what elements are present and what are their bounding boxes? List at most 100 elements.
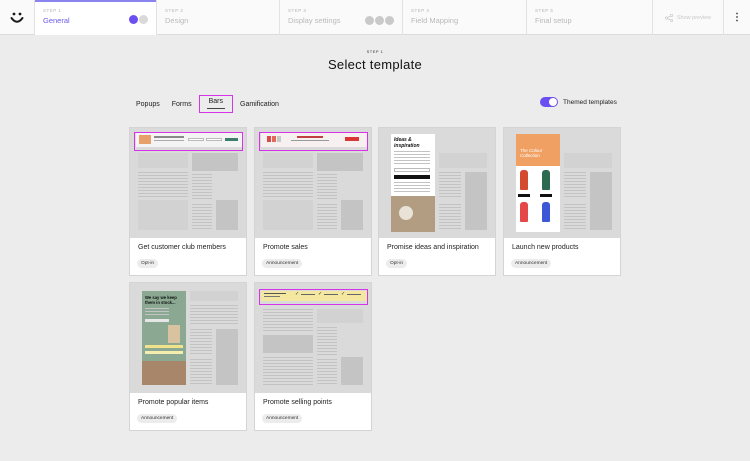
placeholder-block xyxy=(190,291,238,301)
product-button xyxy=(540,194,552,197)
step-field-mapping[interactable]: STEP 4 Field Mapping xyxy=(403,0,527,35)
themed-templates-label: Themed templates xyxy=(563,98,617,106)
placeholder-block xyxy=(263,335,313,353)
step-progress-dots xyxy=(129,15,148,24)
popup-text-lines xyxy=(145,308,169,316)
placeholder-block xyxy=(317,153,363,171)
template-card-customer-club[interactable]: Get customer club members Opt-in xyxy=(129,127,247,276)
highlight-frame xyxy=(259,132,368,151)
placeholder-block xyxy=(192,153,238,171)
placeholder-block xyxy=(216,200,238,230)
card-badge: Announcement xyxy=(262,259,303,268)
tab-gamification[interactable]: Gamification xyxy=(235,98,284,111)
themed-templates-toggle[interactable]: Themed templates xyxy=(540,97,617,107)
placeholder-block xyxy=(317,309,363,323)
template-thumbnail: Ideas & inspiration xyxy=(379,128,495,238)
template-category-tabs: Popups Forms Bars Gamification xyxy=(131,95,286,113)
card-title: Get customer club members xyxy=(138,244,226,251)
tab-popups[interactable]: Popups xyxy=(131,98,165,111)
step-label: Design xyxy=(165,16,189,25)
step-general[interactable]: STEP 1 General xyxy=(35,0,157,35)
placeholder-lines xyxy=(317,359,337,385)
placeholder-block xyxy=(138,153,188,168)
step-final-setup[interactable]: STEP 5 Final setup xyxy=(527,0,652,35)
template-card-ideas-inspiration[interactable]: Ideas & inspiration Promise ideas and in… xyxy=(378,127,496,276)
placeholder-lines xyxy=(439,172,461,198)
step-number: STEP 4 xyxy=(411,8,430,13)
card-title: Promote selling points xyxy=(263,399,332,406)
highlight-frame xyxy=(259,289,368,305)
placeholder-lines xyxy=(317,174,337,200)
template-card-popular-items[interactable]: We say we keep them in stock... Promote … xyxy=(129,282,247,431)
popup-heading: We say we keep them in stock... xyxy=(145,295,177,305)
placeholder-lines xyxy=(317,327,337,355)
show-preview-button[interactable]: Show preview xyxy=(652,0,723,35)
step-label: Final setup xyxy=(535,16,572,25)
current-step-label: STEP 1 xyxy=(366,49,384,54)
popup-heading: Ideas & inspiration xyxy=(394,137,420,149)
placeholder-lines xyxy=(263,309,313,333)
popup-button xyxy=(145,351,183,354)
page-title: Select template xyxy=(327,57,423,72)
step-design[interactable]: STEP 2 Design xyxy=(157,0,280,35)
template-card-promote-sales[interactable]: Promote sales Announcement xyxy=(254,127,372,276)
product-button xyxy=(518,194,530,197)
smiley-logo-icon[interactable] xyxy=(0,0,35,35)
placeholder-block xyxy=(216,329,238,385)
card-title: Promise ideas and inspiration xyxy=(387,244,479,251)
placeholder-lines xyxy=(263,172,313,197)
popup-button xyxy=(394,175,430,179)
popup-photo xyxy=(391,196,435,232)
card-badge: Announcement xyxy=(511,259,552,268)
placeholder-lines xyxy=(190,359,212,385)
card-badge: Announcement xyxy=(262,414,303,423)
progress-dot xyxy=(385,16,394,25)
template-thumbnail: The Colour Collection xyxy=(504,128,620,238)
placeholder-lines xyxy=(192,174,212,200)
placeholder-lines xyxy=(192,204,212,230)
kebab-menu-icon[interactable]: ⋮ xyxy=(723,0,750,35)
popup-input xyxy=(394,168,430,172)
placeholder-lines xyxy=(564,204,586,230)
progress-dot xyxy=(129,15,138,24)
toggle-switch[interactable] xyxy=(540,97,558,107)
card-badge: Opt-in xyxy=(386,259,408,268)
step-number: STEP 1 xyxy=(43,8,62,13)
product-bottle xyxy=(520,202,528,222)
template-thumbnail: We say we keep them in stock... xyxy=(130,283,246,393)
placeholder-block xyxy=(465,172,487,230)
product-bottle xyxy=(542,202,550,222)
step-navigation: STEP 1 General STEP 2 Design STEP 3 Disp… xyxy=(0,0,750,35)
placeholder-block xyxy=(439,153,487,168)
progress-dot xyxy=(375,16,384,25)
show-preview-label: Show preview xyxy=(676,14,712,21)
template-thumbnail xyxy=(255,128,371,238)
share-icon xyxy=(664,13,673,22)
popup-photo-detail xyxy=(399,206,413,220)
popup-photo xyxy=(168,325,180,343)
template-card-launch-products[interactable]: The Colour Collection Launch new product… xyxy=(503,127,621,276)
placeholder-block xyxy=(263,200,313,230)
placeholder-block xyxy=(341,357,363,385)
placeholder-lines xyxy=(190,305,238,325)
card-badge: Announcement xyxy=(137,414,178,423)
tab-bars[interactable]: Bars xyxy=(198,95,233,113)
template-card-selling-points[interactable]: ✓ ✓ ✓ Promote selling points Announcemen… xyxy=(254,282,372,431)
card-badge: Opt-in xyxy=(137,259,159,268)
template-thumbnail xyxy=(130,128,246,238)
placeholder-lines xyxy=(439,204,461,230)
placeholder-lines xyxy=(190,329,212,355)
popup-heading: The Colour Collection xyxy=(520,148,543,158)
tab-forms[interactable]: Forms xyxy=(167,98,197,111)
step-display-settings[interactable]: STEP 3 Display settings xyxy=(280,0,403,35)
step-label: Field Mapping xyxy=(411,16,459,25)
progress-dot xyxy=(365,16,374,25)
card-title: Promote sales xyxy=(263,244,308,251)
placeholder-block xyxy=(263,153,313,168)
progress-dot xyxy=(139,15,148,24)
step-number: STEP 2 xyxy=(165,8,184,13)
placeholder-lines xyxy=(138,172,188,197)
step-number: STEP 5 xyxy=(535,8,554,13)
popup-text-lines xyxy=(394,182,430,192)
highlight-frame xyxy=(134,132,243,151)
